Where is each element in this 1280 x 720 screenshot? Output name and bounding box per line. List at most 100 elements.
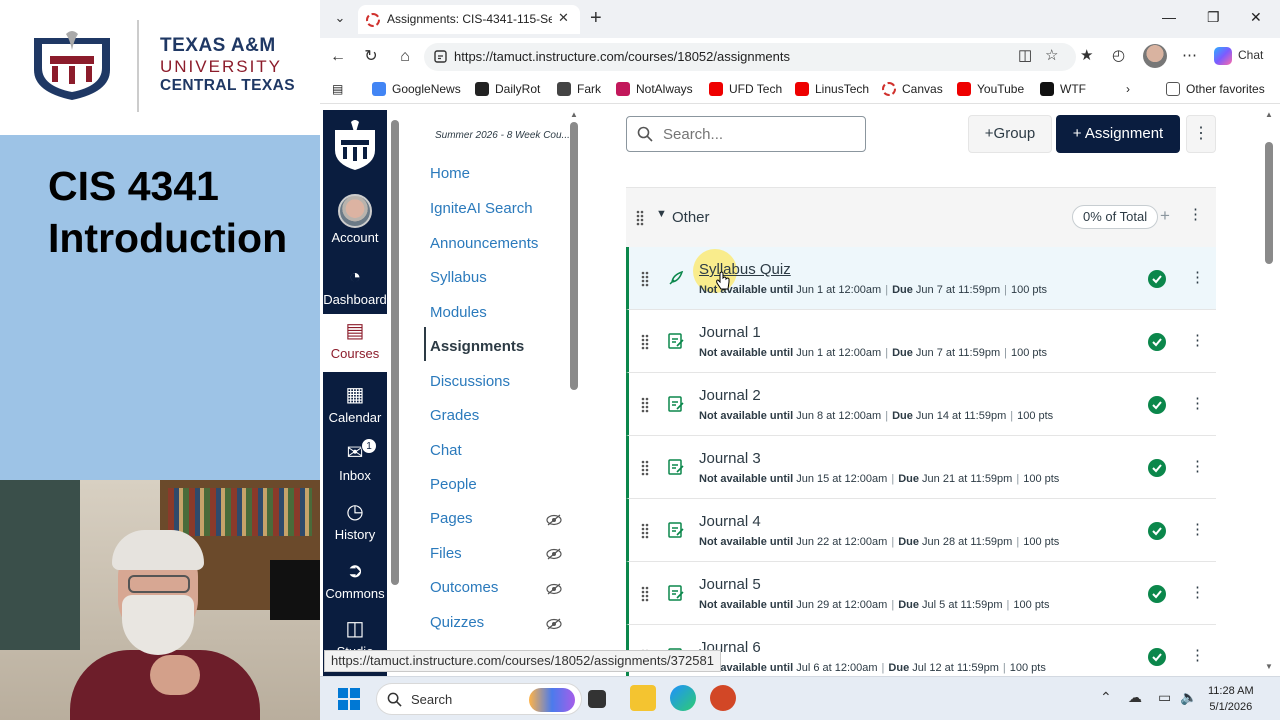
course-nav-people[interactable]: People [430, 476, 477, 493]
display-icon[interactable]: ▭ [1158, 689, 1171, 706]
published-check-icon[interactable] [1148, 522, 1166, 540]
file-explorer-icon[interactable] [630, 685, 656, 711]
network-icon[interactable]: ☁ [1128, 689, 1142, 706]
global-nav-courses[interactable]: ▤ Courses [323, 314, 387, 372]
assignment-title-link[interactable]: Journal 3 [699, 450, 761, 467]
course-nav-pages[interactable]: Pages [430, 510, 473, 527]
restore-icon[interactable]: ❐ [1207, 9, 1220, 26]
back-arrow-icon[interactable]: ← [328, 47, 348, 67]
drag-handle-icon[interactable] [641, 586, 649, 602]
refresh-icon[interactable]: ↻ [361, 47, 381, 67]
assignment-row[interactable]: Journal 5 Not available until Jun 29 at … [626, 562, 1216, 625]
assignment-row[interactable]: Syllabus Quiz Not available until Jun 1 … [626, 247, 1216, 310]
system-clock[interactable]: 11:28 AM 5/1/2026 [1208, 683, 1254, 715]
global-nav-history[interactable]: ◷ History [323, 495, 387, 553]
course-nav-igniteai-search[interactable]: IgniteAI Search [430, 200, 533, 217]
assignment-title-link[interactable]: Journal 4 [699, 513, 761, 530]
group-options-kebab-icon[interactable]: ⋮ [1188, 205, 1203, 223]
more-options-icon[interactable]: ⋯ [1182, 46, 1197, 64]
windows-start-icon[interactable] [338, 688, 360, 710]
tab-close-icon[interactable]: ✕ [558, 10, 569, 26]
course-nav-home[interactable]: Home [430, 165, 470, 182]
assignment-options-kebab-icon[interactable]: ⋮ [1190, 520, 1205, 538]
page-scrollbar[interactable]: ▲ ▼ [1262, 110, 1276, 676]
assignment-row[interactable]: Journal 3 Not available until Jun 15 at … [626, 436, 1216, 499]
assignment-title-link[interactable]: Journal 2 [699, 387, 761, 404]
course-nav-syllabus[interactable]: Syllabus [430, 269, 487, 286]
scroll-down-arrow-icon[interactable]: ▼ [1265, 662, 1273, 671]
add-assignment-button[interactable]: + Assignment [1056, 115, 1180, 153]
course-nav-grades[interactable]: Grades [430, 407, 479, 424]
global-nav-inbox[interactable]: ✉ 1 Inbox [323, 436, 387, 494]
url-text[interactable]: https://tamuct.instructure.com/courses/1… [454, 49, 790, 64]
profile-avatar[interactable] [1143, 44, 1167, 68]
reading-list-icon[interactable]: ▤ [332, 82, 343, 96]
favorite-fark[interactable]: Fark [557, 82, 601, 96]
course-nav-scrollbar[interactable]: ▲ [569, 110, 579, 580]
assignment-row[interactable]: Journal 1 Not available until Jun 1 at 1… [626, 310, 1216, 373]
favorite-linustech[interactable]: LinusTech [795, 82, 869, 96]
scrollbar-thumb[interactable] [1265, 142, 1273, 264]
assignment-options-kebab-icon[interactable]: ⋮ [1190, 268, 1205, 286]
published-check-icon[interactable] [1148, 648, 1166, 666]
course-nav-modules[interactable]: Modules [430, 304, 487, 321]
favorite-dailyrot[interactable]: DailyRot [475, 82, 540, 96]
published-check-icon[interactable] [1148, 396, 1166, 414]
course-nav-announcements[interactable]: Announcements [430, 235, 538, 252]
tab-actions-chevron-icon[interactable]: ⌄ [328, 6, 352, 30]
favorites-overflow-chevron-icon[interactable]: › [1126, 82, 1130, 96]
copilot-icon[interactable] [1214, 47, 1232, 65]
drag-handle-icon[interactable] [641, 523, 649, 539]
course-nav-files[interactable]: Files [430, 545, 462, 562]
favorite-youtube[interactable]: YouTube [957, 82, 1024, 96]
global-nav-account[interactable]: Account [323, 192, 387, 250]
course-nav-outcomes[interactable]: Outcomes [430, 579, 498, 596]
global-nav-calendar[interactable]: ▦ Calendar [323, 378, 387, 436]
assignment-title-link[interactable]: Syllabus Quiz [699, 261, 791, 278]
volume-icon[interactable]: 🔈 [1180, 689, 1197, 706]
favorites-list-icon[interactable]: ★ [1080, 46, 1093, 64]
taskbar-search[interactable]: Search [376, 683, 582, 715]
scrollbar-thumb[interactable] [391, 120, 399, 585]
history-clock-icon[interactable]: ◴ [1112, 46, 1125, 64]
apps-icon[interactable]: ◫ [1018, 46, 1032, 64]
published-check-icon[interactable] [1148, 270, 1166, 288]
home-icon[interactable]: ⌂ [395, 47, 415, 67]
new-tab-plus-icon[interactable]: + [590, 6, 602, 30]
show-hidden-icons-chevron-icon[interactable]: ⌃ [1100, 689, 1112, 706]
assignment-title-link[interactable]: Journal 5 [699, 576, 761, 593]
favorite-ufdtech[interactable]: UFD Tech [709, 82, 782, 96]
published-check-icon[interactable] [1148, 585, 1166, 603]
favorite-wtf[interactable]: WTF [1040, 82, 1086, 96]
scroll-up-arrow-icon[interactable]: ▲ [1265, 110, 1273, 119]
favorite-notalways[interactable]: NotAlways [616, 82, 693, 96]
course-nav-chat[interactable]: Chat [430, 442, 462, 459]
minimize-icon[interactable]: — [1162, 9, 1176, 25]
assignment-options-kebab-icon[interactable]: ⋮ [1190, 457, 1205, 475]
drag-handle-icon[interactable] [641, 397, 649, 413]
published-check-icon[interactable] [1148, 459, 1166, 477]
edge-browser-icon[interactable] [670, 685, 696, 711]
powerpoint-icon[interactable] [710, 685, 736, 711]
global-nav-commons[interactable]: ➲ Commons [323, 554, 387, 612]
more-options-kebab-icon[interactable]: ⋮ [1186, 115, 1216, 153]
course-nav-quizzes[interactable]: Quizzes [430, 614, 484, 631]
drag-handle-icon[interactable] [641, 334, 649, 350]
assignment-options-kebab-icon[interactable]: ⋮ [1190, 394, 1205, 412]
favorite-canvas[interactable]: Canvas [882, 82, 943, 96]
address-bar[interactable]: https://tamuct.instructure.com/courses/1… [424, 43, 1076, 71]
add-to-group-plus-icon[interactable]: + [1160, 206, 1170, 226]
assignment-row[interactable]: Journal 4 Not available until Jun 22 at … [626, 499, 1216, 562]
browser-tab-active[interactable]: Assignments: CIS-4341-115-Securi ✕ [358, 5, 580, 34]
global-nav-scrollbar[interactable] [391, 110, 399, 585]
drag-handle-icon[interactable] [636, 210, 644, 226]
add-group-button[interactable]: +Group [968, 115, 1052, 153]
copilot-chat-label[interactable]: Chat [1238, 48, 1263, 62]
drag-handle-icon[interactable] [641, 460, 649, 476]
assignment-row[interactable]: Journal 2 Not available until Jun 8 at 1… [626, 373, 1216, 436]
drag-handle-icon[interactable] [641, 271, 649, 287]
global-nav-dashboard[interactable]: ◔ Dashboard [323, 260, 387, 318]
close-window-icon[interactable]: ✕ [1250, 9, 1262, 26]
course-nav-assignments[interactable]: Assignments [430, 338, 524, 355]
search-input[interactable] [663, 124, 853, 144]
